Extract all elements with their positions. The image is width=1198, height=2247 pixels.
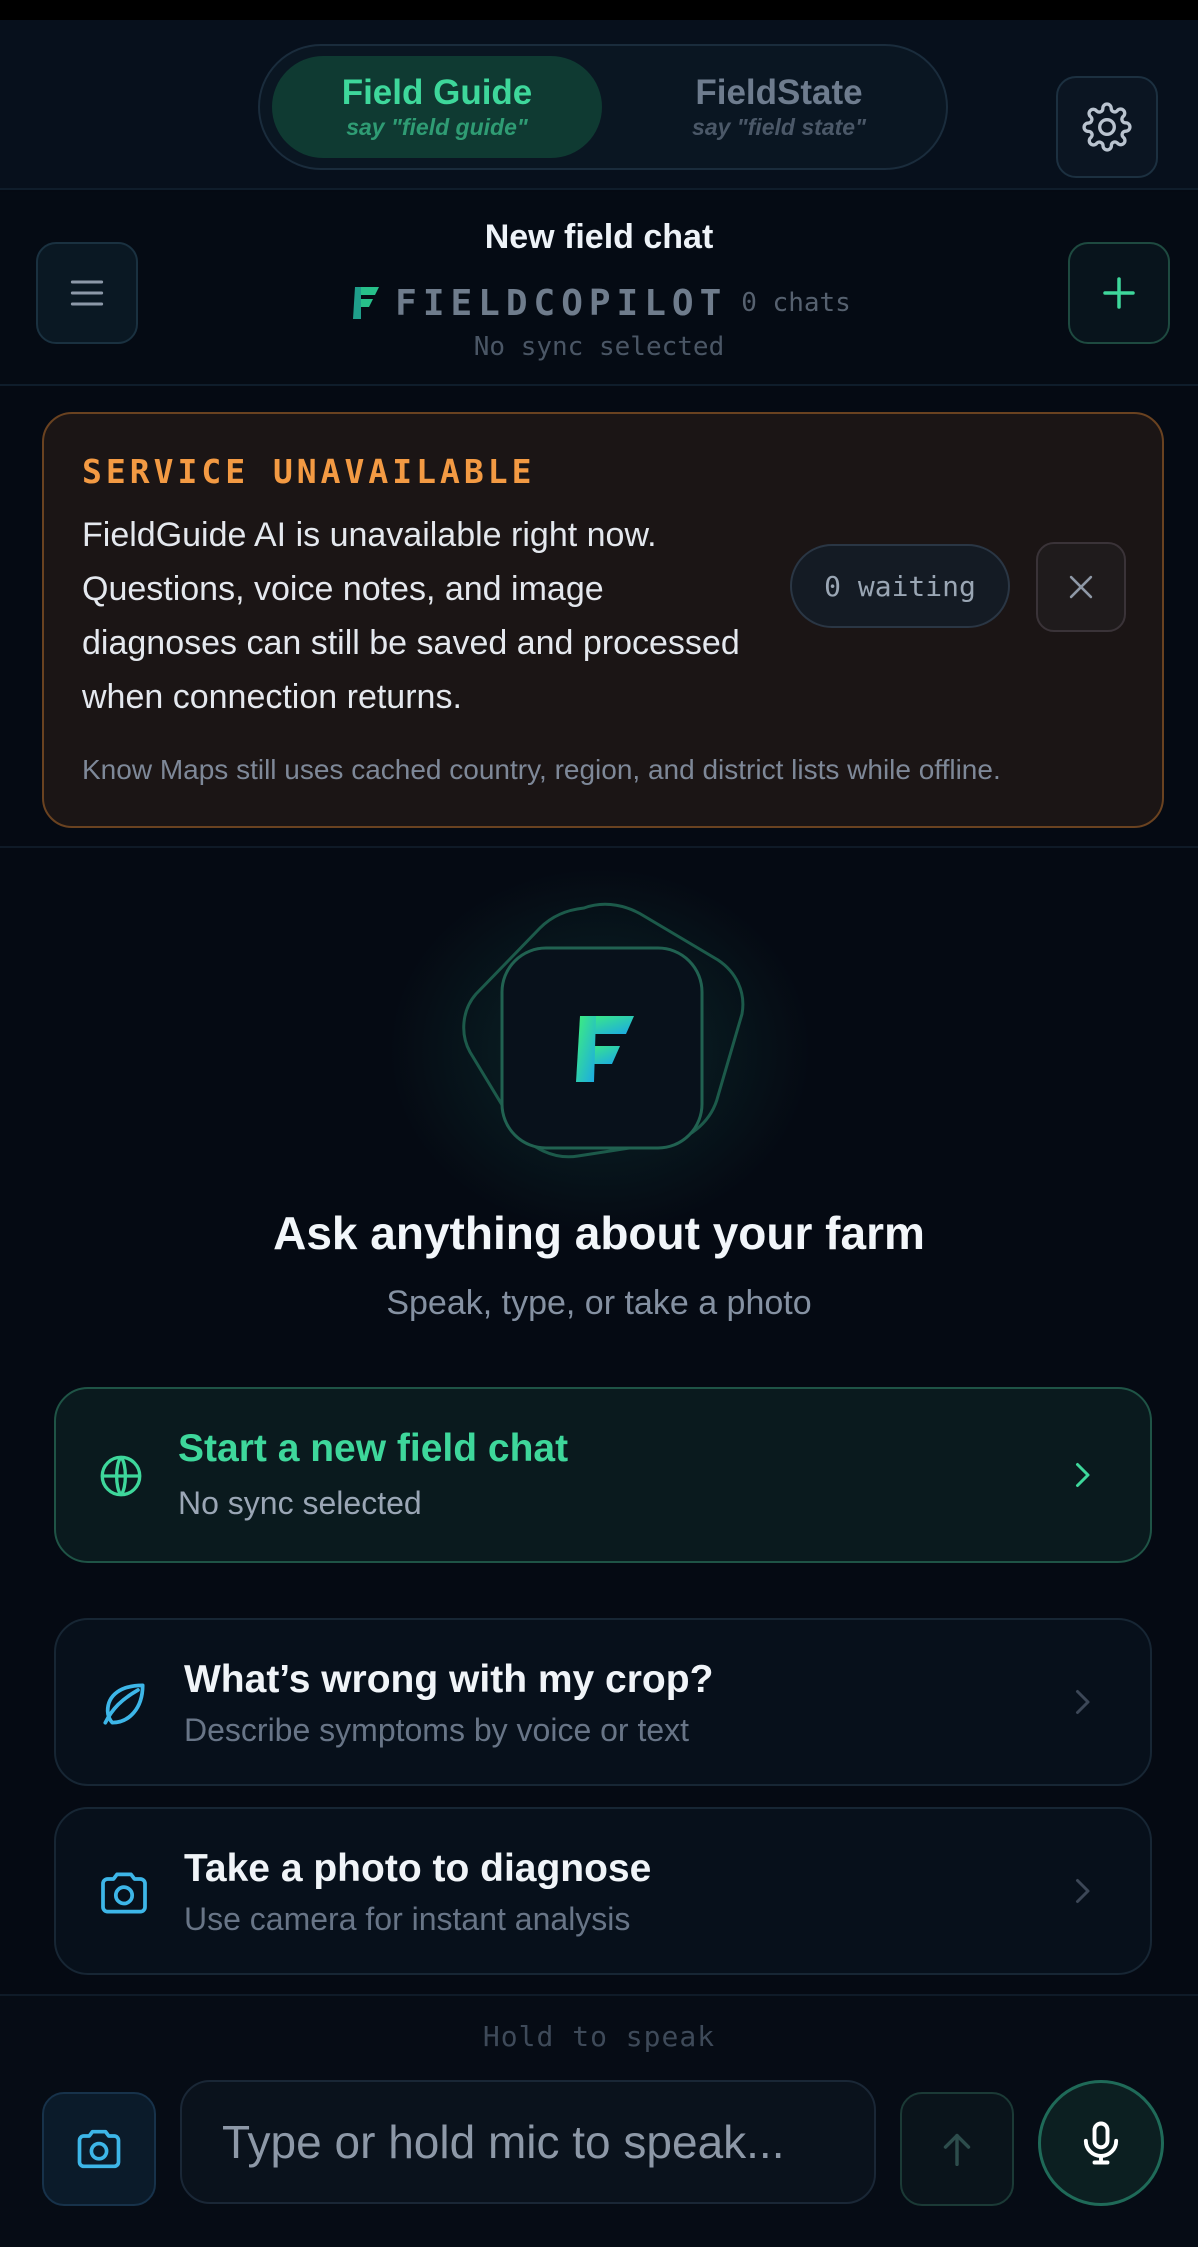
banner-message: FieldGuide AI is unavailable right now. …: [82, 516, 740, 716]
fieldcopilot-logo-icon: [353, 287, 380, 319]
chat-count: 0 chats: [741, 288, 851, 318]
banner-footnote: Know Maps still uses cached country, reg…: [82, 754, 1001, 785]
hero-logo-icon: [462, 902, 745, 1159]
mode-field-state-button[interactable]: FieldState say "field state": [620, 56, 938, 158]
chat-header: New field chat FIELDCOPILOT 0 chats No s…: [0, 192, 1198, 386]
plus-icon: [1103, 277, 1135, 309]
waiting-count-badge: 0 waiting: [790, 544, 1010, 628]
camera-icon: [77, 2129, 121, 2169]
chevron-right-icon: [1076, 1463, 1090, 1487]
chevron-right-icon: [1076, 1690, 1090, 1714]
crop-problem-card[interactable]: What’s wrong with my crop? Describe symp…: [54, 1618, 1152, 1786]
settings-button[interactable]: [1056, 76, 1158, 178]
microphone-icon: [1083, 2121, 1119, 2165]
hero-subtitle: Speak, type, or take a photo: [386, 1284, 812, 1322]
mode-field-guide-title: Field Guide: [341, 73, 533, 112]
page-title: New field chat: [484, 218, 714, 256]
hold-to-speak-label: Hold to speak: [482, 2020, 716, 2053]
mode-field-state-hint: say "field state": [692, 114, 866, 140]
composer-bar: Hold to speak: [0, 1994, 1198, 2247]
card-title: Take a photo to diagnose: [184, 1847, 652, 1890]
status-strip: [0, 0, 1198, 20]
sync-status: No sync selected: [473, 332, 725, 362]
card-title: What’s wrong with my crop?: [184, 1658, 714, 1701]
card-title: Start a new field chat: [178, 1427, 569, 1470]
close-icon: [1069, 575, 1093, 599]
card-subtitle: No sync selected: [178, 1485, 422, 1521]
gear-icon: [1082, 102, 1132, 152]
service-unavailable-banner: SERVICE UNAVAILABLE FieldGuide AI is una…: [42, 412, 1164, 828]
send-button[interactable]: [900, 2092, 1014, 2206]
arrow-up-icon: [943, 2133, 971, 2167]
banner-title: SERVICE UNAVAILABLE: [82, 452, 536, 491]
banner-close-button[interactable]: [1036, 542, 1126, 632]
mode-switch: Field Guide say "field guide" FieldState…: [258, 44, 948, 170]
divider: [0, 846, 1198, 848]
mode-row: Field Guide say "field guide" FieldState…: [0, 20, 1198, 190]
camera-button[interactable]: [42, 2092, 156, 2206]
photo-diagnose-card[interactable]: Take a photo to diagnose Use camera for …: [54, 1807, 1152, 1975]
card-subtitle: Describe symptoms by voice or text: [184, 1712, 690, 1748]
mode-field-state-title: FieldState: [695, 73, 863, 112]
mic-button[interactable]: [1038, 2080, 1164, 2206]
brand-row: FIELDCOPILOT 0 chats: [0, 280, 1198, 326]
new-chat-button[interactable]: [1068, 242, 1170, 344]
leaf-icon: [103, 1683, 145, 1725]
chevron-right-icon: [1076, 1879, 1090, 1903]
card-subtitle: Use camera for instant analysis: [184, 1901, 631, 1937]
mode-field-guide-button[interactable]: Field Guide say "field guide": [272, 56, 602, 158]
start-new-chat-card[interactable]: Start a new field chat No sync selected: [54, 1387, 1152, 1563]
hero-title: Ask anything about your farm: [273, 1207, 925, 1259]
globe-icon: [100, 1455, 142, 1497]
camera-icon: [101, 1872, 147, 1914]
message-input[interactable]: [180, 2080, 876, 2204]
mode-field-guide-hint: say "field guide": [346, 114, 528, 140]
brand-name: FIELDCOPILOT: [395, 282, 728, 324]
